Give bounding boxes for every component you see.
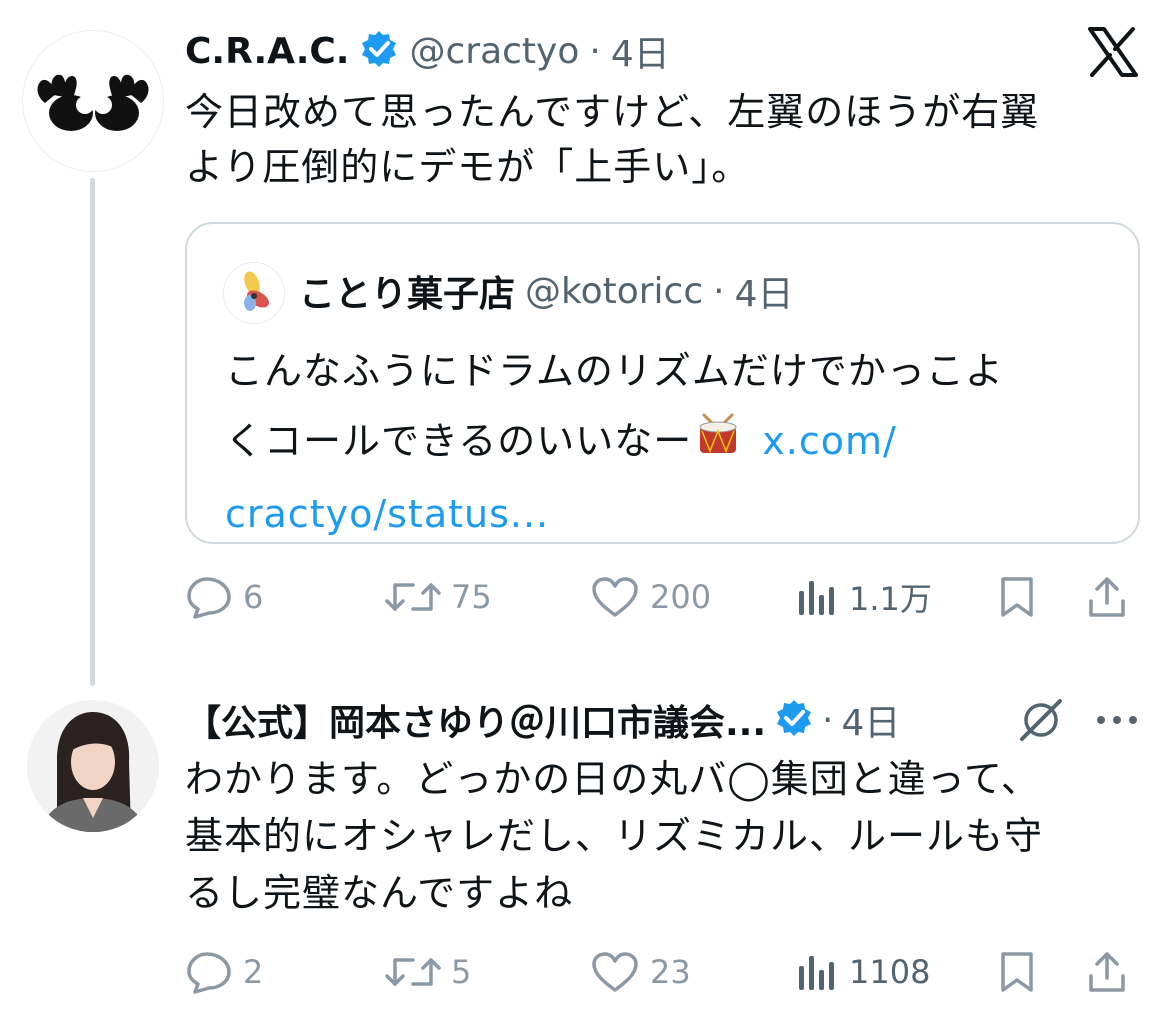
more-icon[interactable] (1095, 712, 1139, 728)
author-name[interactable]: 【公式】岡本さゆり＠川口市議会... (185, 694, 766, 746)
tweet-actions: 2 5 23 1108 (185, 942, 1145, 1002)
bookmark-icon (1001, 952, 1033, 992)
timestamp[interactable]: 4日 (611, 25, 670, 77)
views-icon (799, 956, 834, 990)
avatar[interactable] (22, 30, 164, 172)
bookmark-button[interactable] (997, 942, 1037, 1002)
author-name[interactable]: C.R.A.C. (185, 31, 349, 72)
views-button[interactable]: 1108 (795, 942, 930, 1002)
separator-dot: · (589, 30, 601, 72)
tweet-text-line: わかります。どっかの日の丸バ◯集団と違って、 (185, 757, 1040, 801)
share-button[interactable] (1085, 567, 1129, 627)
share-icon (1089, 952, 1125, 992)
views-count: 1108 (849, 953, 931, 991)
views-button[interactable]: 1.1万 (795, 567, 932, 627)
quote-author-handle[interactable]: @kotoricc (525, 271, 703, 312)
like-icon (592, 952, 638, 992)
verified-icon (774, 698, 814, 742)
quote-header: ことり菓子店 @kotoricc · 4日 (299, 266, 794, 316)
retweet-icon (385, 583, 441, 611)
retweet-button[interactable]: 5 (385, 942, 471, 1002)
views-count: 1.1万 (849, 580, 932, 618)
reply-count: 2 (243, 953, 264, 991)
like-count: 200 (650, 578, 712, 616)
quote-avatar (223, 262, 285, 324)
tweet-text: 今日改めて思ったんですけど、左翼のほうが右翼 より圧倒的にデモが「上手い」。 (185, 85, 1145, 195)
share-button[interactable] (1085, 942, 1129, 1002)
avatar[interactable] (27, 700, 159, 832)
thread-connector-line (90, 178, 95, 686)
reply-count: 6 (243, 578, 264, 616)
quote-text: こんなふうにドラムのリズムだけでかっこよ くコールできるのいいなー x.com/… (225, 336, 1125, 549)
timestamp[interactable]: 4日 (841, 694, 900, 746)
reply-icon (187, 577, 231, 619)
retweet-button[interactable]: 75 (385, 567, 492, 627)
bookmark-icon (1001, 577, 1033, 617)
quote-author-name[interactable]: ことり菓子店 (299, 265, 515, 317)
author-handle[interactable]: @cractyo (409, 31, 579, 72)
drum-icon (694, 409, 742, 479)
tweet-text: わかります。どっかの日の丸バ◯集団と違って、 基本的にオシャレだし、リズミカル、… (185, 751, 1145, 922)
retweet-icon (385, 958, 441, 986)
reply-button[interactable]: 6 (185, 567, 263, 627)
tweet-text-line: より圧倒的にデモが「上手い」。 (185, 145, 751, 189)
like-count: 23 (650, 953, 691, 991)
share-icon (1089, 577, 1125, 617)
tweet-text-line: るし完璧なんですよね (185, 871, 574, 915)
retweet-count: 5 (451, 953, 472, 991)
retweet-count: 75 (451, 578, 492, 616)
separator-dot: · (822, 699, 834, 741)
like-button[interactable]: 200 (590, 567, 711, 627)
x-logo-icon[interactable] (1087, 27, 1139, 77)
tweet-text-line: 今日改めて思ったんですけど、左翼のほうが右翼 (185, 90, 1040, 134)
reply-icon (187, 952, 231, 994)
verified-icon (359, 29, 399, 73)
tweet-header: C.R.A.C. @cractyo · 4日 (185, 26, 670, 76)
separator-dot: · (713, 270, 725, 312)
quote-text-segment: くコールできるのいいなー (225, 419, 693, 463)
quote-text-line: くコールできるのいいなー x.com/ (225, 406, 1125, 479)
quoted-tweet-card[interactable]: ことり菓子店 @kotoricc · 4日 こんなふうにドラムのリズムだけでかっ… (185, 222, 1140, 544)
quote-link[interactable]: x.com/ (762, 419, 897, 463)
tweet-text-line: 基本的にオシャレだし、リズミカル、ルールも守 (185, 814, 1044, 858)
quote-link-continued[interactable]: cractyo/status... (225, 479, 1125, 549)
tweet-actions: 6 75 200 1.1万 (185, 567, 1145, 627)
bookmark-button[interactable] (997, 567, 1037, 627)
quote-text-line: こんなふうにドラムのリズムだけでかっこよ (225, 349, 1004, 393)
grok-icon[interactable] (1018, 697, 1064, 743)
like-icon (592, 577, 638, 617)
tweet-header: 【公式】岡本さゆり＠川口市議会... · 4日 (185, 695, 900, 745)
like-button[interactable]: 23 (590, 942, 691, 1002)
quote-timestamp[interactable]: 4日 (735, 265, 794, 317)
reply-button[interactable]: 2 (185, 942, 263, 1002)
views-icon (799, 581, 834, 615)
